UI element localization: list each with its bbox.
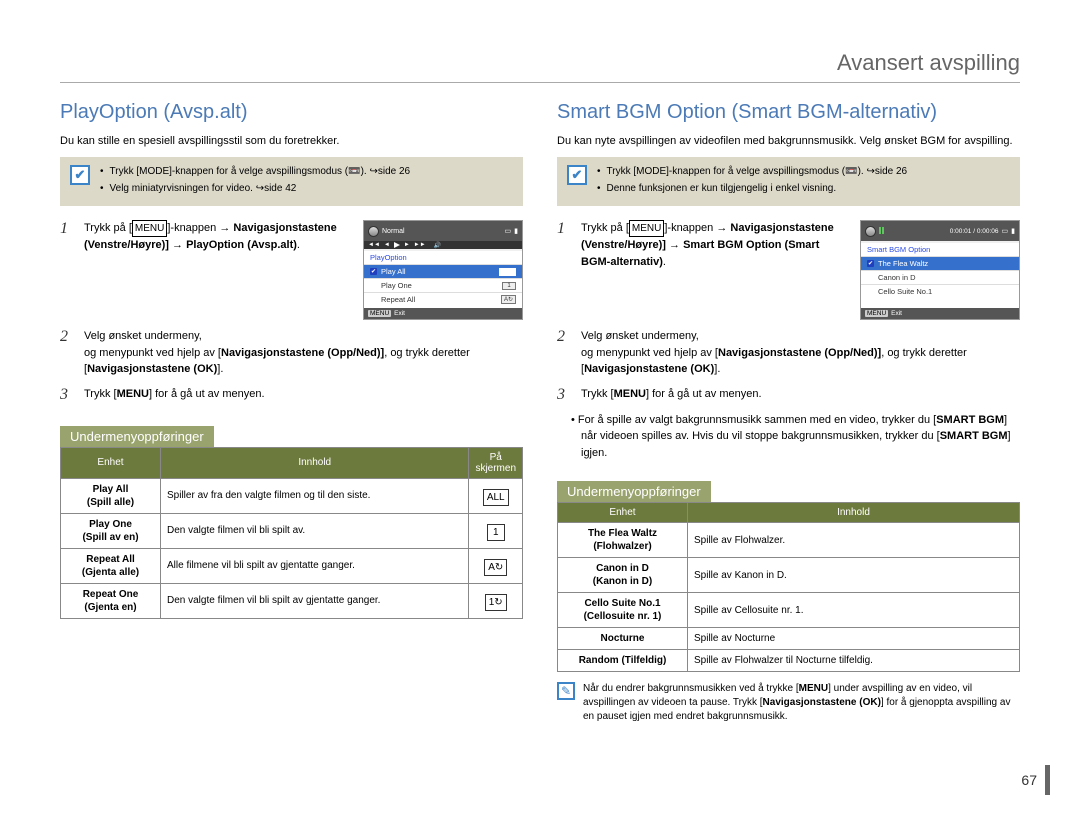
- battery-icon: ▮: [1011, 227, 1015, 235]
- table-row: Repeat One(Gjenta en) Den valgte filmen …: [61, 583, 523, 618]
- lens-icon: [368, 226, 379, 237]
- table-row: Play All(Spill alle) Spiller av fra den …: [61, 478, 523, 513]
- table-row: The Flea Waltz(Flohwalzer) Spille av Flo…: [558, 523, 1020, 558]
- left-section-title: PlayOption (Avsp.alt): [60, 101, 523, 124]
- note-item: Denne funksjonen er kun tilgjengelig i e…: [597, 182, 907, 197]
- step-2: 2 Velg ønsket undermeny, og menypunkt ve…: [557, 328, 1020, 378]
- table-row: Random (Tilfeldig) Spille av Flohwalzer …: [558, 650, 1020, 672]
- menu-chip: MENU: [865, 310, 888, 317]
- panel-title: Smart BGM Option: [861, 243, 1019, 256]
- submenu-header: Undermenyoppføringer: [60, 426, 214, 447]
- th-enhet: Enhet: [558, 503, 688, 523]
- step-2: 2 Velg ønsket undermeny, og menypunkt ve…: [60, 328, 523, 378]
- repeat-one-icon: 1↻: [485, 594, 507, 611]
- th-innhold: Innhold: [161, 447, 469, 478]
- step-1: 1 Trykk på [MENU]-knappen → Navigasjonst…: [557, 220, 1020, 320]
- th-skjerm: På skjermen: [469, 447, 523, 478]
- page-header: Avansert avspilling: [60, 50, 1020, 83]
- panel-item[interactable]: ✔ The Flea Waltz: [861, 256, 1019, 270]
- volume-icon: 🔊: [434, 242, 441, 249]
- checkmark-icon: ✔: [867, 260, 874, 267]
- table-row: Cello Suite No.1(Cellosuite nr. 1) Spill…: [558, 593, 1020, 628]
- header-title: Avansert avspilling: [837, 50, 1020, 75]
- panel-item[interactable]: Canon in D: [861, 270, 1019, 284]
- screen-thumbnail: 0:00:01 / 0:00:06 ▭ ▮ Smart BGM Option ✔…: [860, 220, 1020, 320]
- right-intro: Du kan nyte avspillingen av videofilen m…: [557, 134, 1020, 149]
- timecode: 0:00:01 / 0:00:06: [950, 228, 999, 235]
- step-1: 1 Trykk på [MENU]-knappen → Navigasjonst…: [60, 220, 523, 320]
- right-note-box: ✔ Trykk [MODE]-knappen for å velge avspi…: [557, 157, 1020, 206]
- menu-button-label: MENU: [629, 220, 664, 237]
- th-enhet: Enhet: [61, 447, 161, 478]
- panel-item[interactable]: ✔ Play All ALL: [364, 264, 522, 278]
- panel-item[interactable]: Cello Suite No.1: [861, 284, 1019, 298]
- th-innhold: Innhold: [688, 503, 1020, 523]
- left-note-box: ✔ Trykk [MODE]-knappen for å velge avspi…: [60, 157, 523, 206]
- step-number: 3: [557, 386, 571, 404]
- footnote: ✎ Når du endrer bakgrunnsmusikken ved å …: [557, 682, 1020, 724]
- note-item: Velg miniatyrvisningen for video. ↪side …: [100, 182, 410, 197]
- panel-item[interactable]: Repeat All A↻: [364, 292, 522, 306]
- table-row: Canon in D(Kanon in D) Spille av Kanon i…: [558, 558, 1020, 593]
- step-number: 1: [60, 220, 74, 238]
- sd-icon: ▭: [505, 227, 512, 235]
- right-column: Smart BGM Option (Smart BGM-alternativ) …: [557, 101, 1020, 724]
- repeat-all-icon: A↻: [484, 559, 507, 576]
- right-section-title: Smart BGM Option (Smart BGM-alternativ): [557, 101, 1020, 124]
- play-one-icon: 1: [487, 524, 505, 541]
- panel-item[interactable]: Play One 1: [364, 278, 522, 292]
- step-number: 2: [60, 328, 74, 346]
- smart-bgm-bullet: For å spille av valgt bakgrunnsmusikk sa…: [581, 412, 1020, 462]
- step-3: 3 Trykk [MENU] for å gå ut av menyen.: [557, 386, 1020, 404]
- check-icon: ✔: [567, 165, 587, 185]
- table-row: Play One(Spill av en) Den valgte filmen …: [61, 513, 523, 548]
- options-table-left: Enhet Innhold På skjermen Play All(Spill…: [60, 447, 523, 619]
- pencil-icon: ✎: [557, 682, 575, 700]
- battery-icon: ▮: [514, 227, 518, 235]
- note-item: Trykk [MODE]-knappen for å velge avspill…: [597, 165, 907, 180]
- step-number: 2: [557, 328, 571, 346]
- play-icon: [394, 242, 400, 248]
- step-number: 3: [60, 386, 74, 404]
- table-row: Nocturne Spille av Nocturne: [558, 628, 1020, 650]
- options-table-right: Enhet Innhold The Flea Waltz(Flohwalzer)…: [557, 502, 1020, 672]
- mode-label: Normal: [382, 228, 405, 235]
- step-3: 3 Trykk [MENU] for å gå ut av menyen.: [60, 386, 523, 404]
- menu-button-label: MENU: [132, 220, 167, 237]
- table-row: Repeat All(Gjenta alle) Alle filmene vil…: [61, 548, 523, 583]
- screen-thumbnail: Normal ▭ ▮ ◄◄◄►►► 🔊 PlayOption ✔ Play Al…: [363, 220, 523, 320]
- check-icon: ✔: [70, 165, 90, 185]
- play-all-icon: ALL: [483, 489, 509, 506]
- left-intro: Du kan stille en spesiell avspillingssti…: [60, 134, 523, 149]
- pause-icon: [879, 227, 885, 236]
- sd-icon: ▭: [1002, 227, 1009, 235]
- step-number: 1: [557, 220, 571, 238]
- left-column: PlayOption (Avsp.alt) Du kan stille en s…: [60, 101, 523, 724]
- checkmark-icon: ✔: [370, 268, 377, 275]
- lens-icon: [865, 226, 876, 237]
- note-item: Trykk [MODE]-knappen for å velge avspill…: [100, 165, 410, 180]
- menu-chip: MENU: [368, 310, 391, 317]
- page-number: 67: [1021, 765, 1050, 795]
- submenu-header: Undermenyoppføringer: [557, 481, 711, 502]
- panel-title: PlayOption: [364, 251, 522, 264]
